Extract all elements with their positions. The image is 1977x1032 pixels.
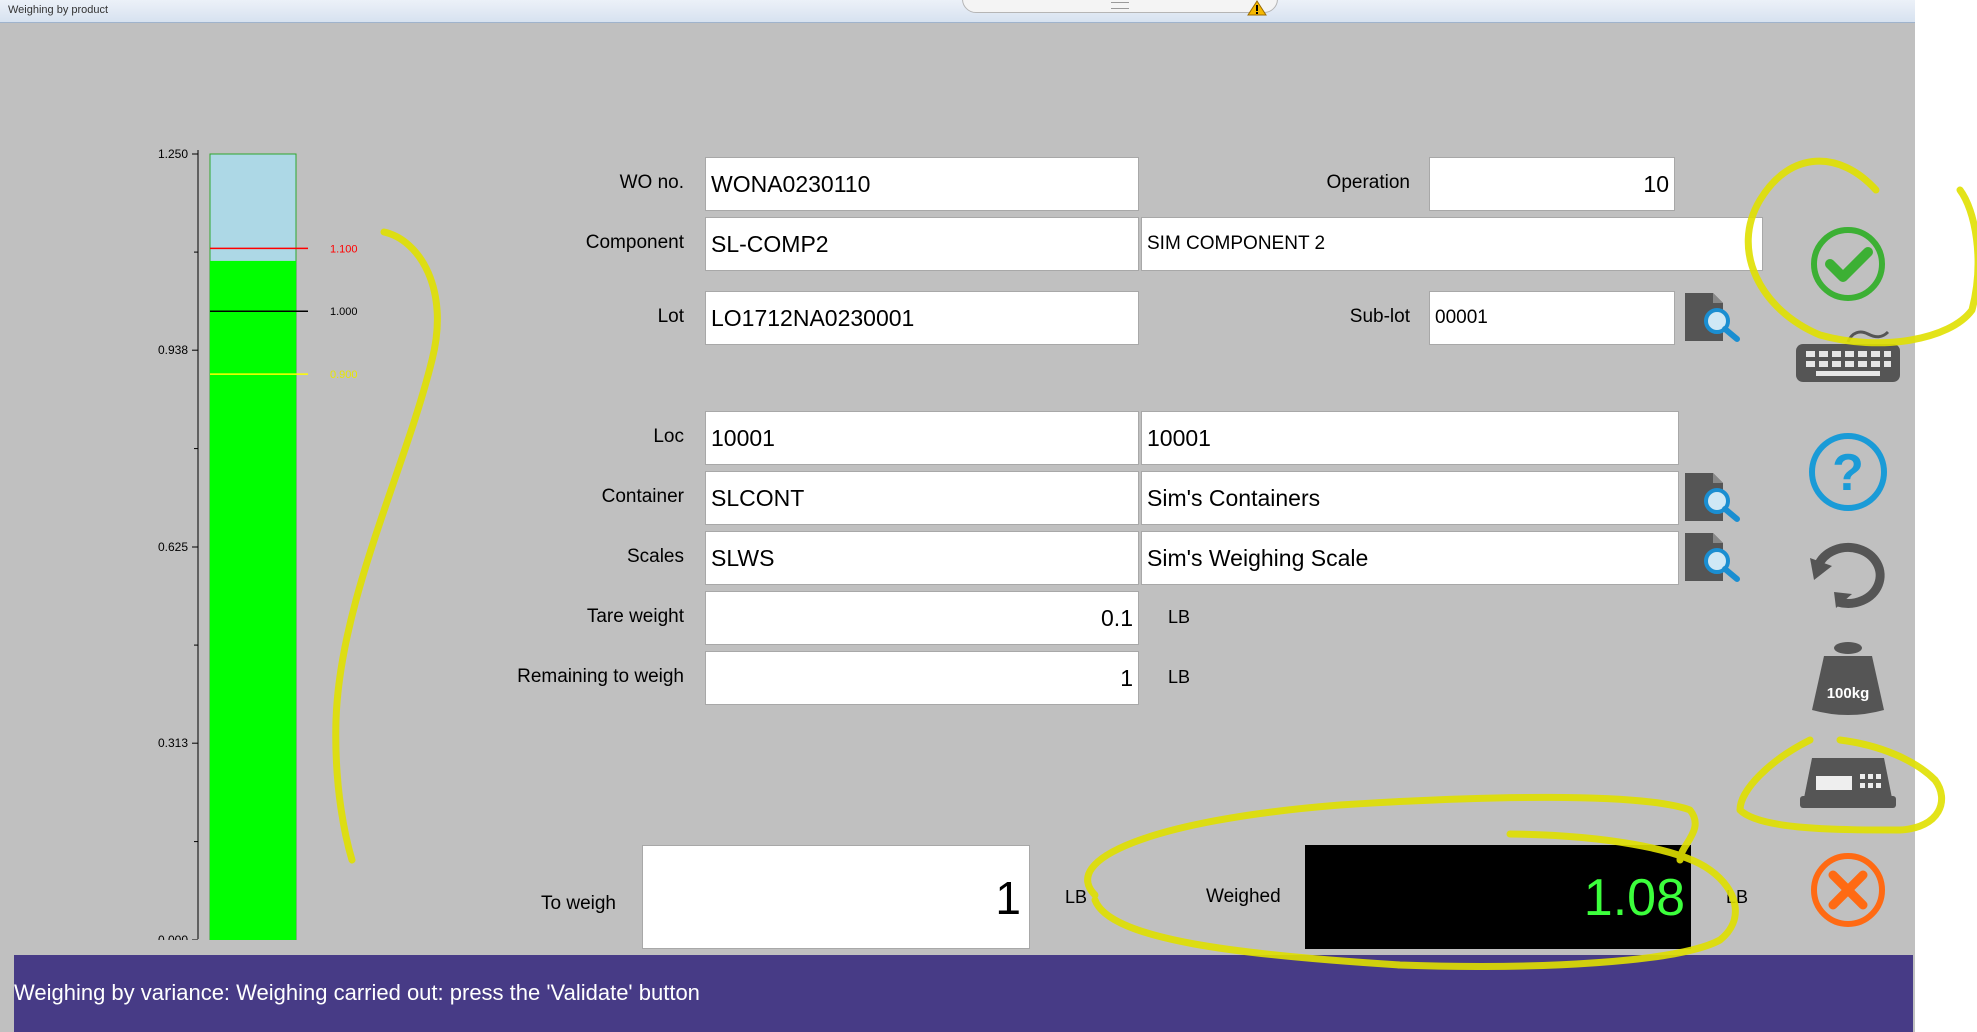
to-weigh-unit: LB — [1065, 887, 1088, 907]
container-description-field: Sim's Containers — [1141, 471, 1679, 525]
scales-search-button[interactable] — [1683, 531, 1753, 585]
remaining-field: 1 — [705, 651, 1139, 705]
weight-gauge: 1.250 0.938 0.625 0.313 0.000 1.100 1.000 0.90… — [158, 147, 358, 940]
scales-description-field: Sim's Weighing Scale — [1141, 531, 1679, 585]
tare-weight-button[interactable]: 100kg — [1788, 636, 1908, 720]
gauge-fill-bar — [210, 260, 296, 940]
title-bar: Weighing by product — [0, 0, 1915, 23]
sublot-search-button[interactable] — [1683, 291, 1753, 345]
search-icon — [1685, 473, 1740, 522]
remaining-unit: LB — [1168, 667, 1191, 687]
scale-read-button[interactable] — [1788, 748, 1908, 816]
weight-icon: 100kg — [1812, 642, 1884, 715]
weight-label: 100kg — [1827, 685, 1870, 702]
gauge-tick-label: 0.000 — [158, 933, 188, 940]
loc-label: Loc — [653, 426, 684, 447]
search-icon — [1685, 533, 1740, 582]
search-icon — [1685, 293, 1740, 342]
sublot-label: Sub-lot — [1349, 306, 1410, 327]
gauge-marker-label: 0.900 — [330, 369, 358, 381]
scale-icon — [1800, 758, 1896, 808]
container-search-button[interactable] — [1683, 471, 1753, 525]
scales-label: Scales — [626, 546, 684, 567]
operation-label: Operation — [1326, 172, 1410, 193]
drag-handle[interactable] — [962, 0, 1278, 13]
wo-no-label: WO no. — [619, 172, 684, 193]
refresh-icon — [1810, 542, 1885, 608]
to-weigh-label: To weigh — [541, 893, 616, 914]
keyboard-icon — [1796, 330, 1900, 382]
container-code-field[interactable]: SLCONT — [705, 471, 1139, 525]
grip-icon — [1111, 2, 1129, 9]
status-bar: Weighing by variance: Weighing carried o… — [14, 955, 1913, 1032]
keyboard-button[interactable] — [1788, 328, 1908, 394]
window-margin — [1915, 0, 1977, 1032]
check-icon — [1811, 227, 1885, 301]
weighed-unit: LB — [1726, 887, 1749, 907]
scales-code-field[interactable]: SLWS — [705, 531, 1139, 585]
component-label: Component — [585, 232, 684, 253]
operation-field[interactable]: 10 — [1429, 157, 1675, 211]
window-title: Weighing by product — [8, 4, 109, 16]
weighing-screen: Weighing by product 1.250 0.938 0.625 0.313… — [0, 0, 1977, 1032]
component-description-field: SIM COMPONENT 2 — [1141, 217, 1763, 271]
gauge-marker-label: 1.000 — [330, 306, 358, 318]
reset-button[interactable] — [1788, 536, 1908, 616]
container-label: Container — [601, 486, 684, 507]
component-code-field[interactable]: SL-COMP2 — [705, 217, 1139, 271]
help-button[interactable]: ? — [1788, 428, 1908, 516]
loc-code-field[interactable]: 10001 — [705, 411, 1139, 465]
sublot-field[interactable]: 00001 — [1429, 291, 1675, 345]
lot-label: Lot — [657, 306, 684, 327]
status-message: Weighing by variance: Weighing carried o… — [14, 980, 700, 1005]
lot-field[interactable]: LO1712NA0230001 — [705, 291, 1139, 345]
close-icon — [1811, 853, 1885, 927]
to-weigh-field: 1 — [642, 845, 1030, 949]
wo-no-field[interactable]: WONA0230110 — [705, 157, 1139, 211]
gauge-tick-label: 0.938 — [158, 343, 188, 357]
weighed-label: Weighed — [1206, 886, 1281, 907]
gauge-marker-label: 1.100 — [330, 243, 358, 255]
tare-weight-label: Tare weight — [586, 606, 684, 627]
loc-description-field: 10001 — [1141, 411, 1679, 465]
gauge-tick-label: 0.625 — [158, 540, 188, 554]
tare-unit: LB — [1168, 607, 1191, 627]
tare-weight-field[interactable]: 0.1 — [705, 591, 1139, 645]
weighed-display: 1.08 — [1305, 845, 1691, 949]
gauge-tick-label: 1.250 — [158, 147, 188, 161]
validate-button[interactable] — [1788, 222, 1908, 306]
help-icon: ? — [1809, 433, 1887, 511]
help-glyph: ? — [1832, 444, 1864, 502]
gauge-tick-label: 0.313 — [158, 736, 188, 750]
cancel-button[interactable] — [1788, 848, 1908, 932]
remaining-label: Remaining to weigh — [517, 666, 684, 687]
